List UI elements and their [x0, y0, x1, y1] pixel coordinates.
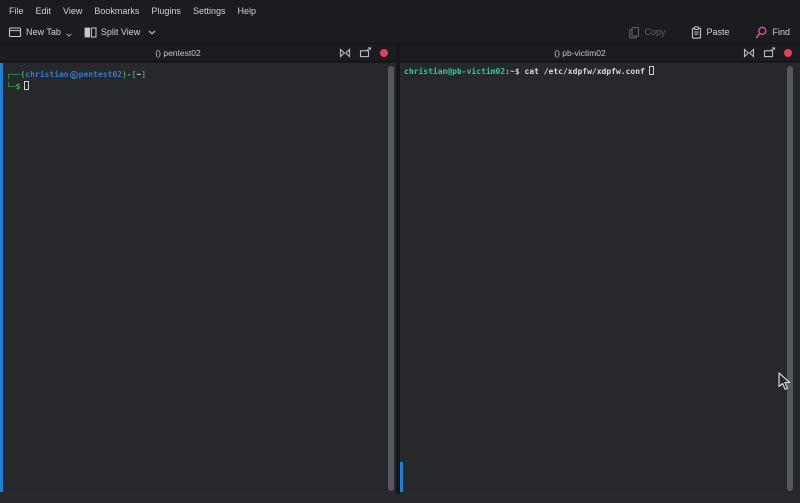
new-tab-button[interactable]: New Tab	[8, 26, 72, 38]
menu-bookmarks[interactable]: Bookmarks	[93, 4, 140, 18]
pane-title: () pentest02	[155, 48, 200, 58]
new-tab-label: New Tab	[26, 27, 61, 37]
close-view-button[interactable]	[784, 49, 792, 57]
split-view-chevron-icon	[148, 30, 156, 35]
window-bottom-strip	[0, 494, 800, 503]
paste-label: Paste	[706, 27, 729, 37]
pane-header-icons	[743, 44, 792, 61]
terminal-cursor	[24, 81, 29, 90]
find-label: Find	[772, 27, 790, 37]
find-button[interactable]: Find	[755, 26, 790, 39]
mouse-cursor	[778, 372, 792, 392]
copy-icon	[628, 26, 640, 39]
terminal-cursor	[649, 66, 654, 75]
copy-button[interactable]: Copy	[628, 26, 665, 39]
prompt-line-1: ┌──(christian@pentest02)-[~]	[6, 69, 396, 81]
paste-icon	[691, 26, 702, 39]
expand-view-icon[interactable]	[339, 48, 351, 58]
detach-view-icon[interactable]	[763, 47, 776, 58]
split-area: () pentest02 ┌──(christian@pentest02)-[~…	[0, 44, 800, 494]
find-icon	[755, 26, 768, 39]
split-view-label: Split View	[101, 27, 140, 37]
command-text: cat /etc/xdpfw/xdpfw.conf	[520, 67, 645, 76]
pane-pentest02: () pentest02 ┌──(christian@pentest02)-[~…	[0, 44, 396, 494]
menu-edit[interactable]: Edit	[35, 4, 53, 18]
pane-accent-bar	[400, 462, 403, 492]
scrollbar-right-pane[interactable]	[787, 66, 793, 491]
new-tab-icon	[8, 26, 22, 38]
toolbar: New Tab Split View Copy	[0, 21, 800, 44]
kali-at-symbol: @	[70, 71, 78, 79]
pane-title: () pb-victim02	[554, 48, 605, 58]
terminal-pentest02[interactable]: ┌──(christian@pentest02)-[~] └─$	[0, 63, 396, 494]
menu-settings[interactable]: Settings	[192, 4, 227, 18]
pane-pb-victim02: () pb-victim02 christian@pb-victim02:~$ …	[400, 44, 800, 494]
expand-view-icon[interactable]	[743, 48, 755, 58]
prompt-line-2: └─$	[6, 81, 396, 93]
scrollbar-left-pane[interactable]	[388, 66, 394, 491]
split-view-icon	[84, 27, 97, 38]
menu-help[interactable]: Help	[236, 4, 257, 18]
menu-view[interactable]: View	[62, 4, 83, 18]
pane-header-pb-victim02[interactable]: () pb-victim02	[400, 44, 800, 62]
new-tab-chevron-icon	[66, 33, 72, 37]
active-pane-accent-bar	[0, 63, 3, 492]
detach-view-icon[interactable]	[359, 47, 372, 58]
menu-plugins[interactable]: Plugins	[150, 4, 182, 18]
copy-label: Copy	[644, 27, 665, 37]
pane-header-icons	[339, 44, 388, 61]
paste-button[interactable]: Paste	[691, 26, 729, 39]
pane-header-pentest02[interactable]: () pentest02	[0, 44, 396, 62]
close-view-button[interactable]	[380, 49, 388, 57]
terminal-pb-victim02[interactable]: christian@pb-victim02:~$ cat /etc/xdpfw/…	[400, 63, 800, 494]
split-view-button[interactable]: Split View	[84, 27, 156, 38]
toolbar-right-group: Copy Paste Find	[628, 26, 790, 39]
prompt-line: christian@pb-victim02:~$ cat /etc/xdpfw/…	[404, 66, 800, 78]
menu-bar: File Edit View Bookmarks Plugins Setting…	[0, 0, 800, 21]
menu-file[interactable]: File	[8, 4, 25, 18]
